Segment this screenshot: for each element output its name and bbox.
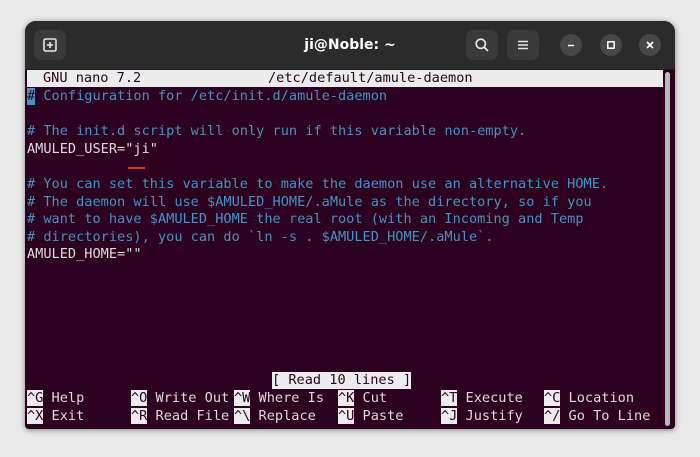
shortcut-label: Where Is: [250, 390, 325, 406]
shortcut-key: ^G: [27, 390, 44, 406]
minimize-button[interactable]: [560, 34, 582, 56]
shortcut-key: ^C: [544, 390, 561, 406]
shortcut-key: ^R: [131, 408, 148, 424]
shortcut-paste: ^U Paste: [338, 408, 403, 425]
scrollbar-thumb[interactable]: [665, 72, 670, 426]
shortcut-key: ^/: [544, 408, 561, 424]
config-comment-line: # The init.d script will only run if thi…: [27, 123, 527, 140]
shortcut-go-to-line: ^/ Go To Line: [544, 408, 650, 425]
shortcut-read-file: ^R Read File: [131, 408, 229, 425]
shortcut-replace: ^\ Replace: [234, 408, 316, 425]
text-cursor: #: [27, 88, 36, 105]
shortcut-label: Location: [560, 390, 635, 406]
shortcut-key: ^K: [338, 390, 355, 406]
spellcheck-underline: [128, 167, 145, 169]
shortcut-write-out: ^O Write Out: [131, 390, 229, 407]
close-button[interactable]: [639, 34, 661, 56]
shortcut-label: Cut: [354, 390, 388, 406]
shortcut-key: ^T: [441, 390, 458, 406]
shortcut-label: Go To Line: [560, 408, 651, 424]
status-message: [ Read 10 lines ]: [272, 372, 412, 389]
terminal-area[interactable]: GNU nano 7.2/etc/default/amule-daemon # …: [25, 70, 675, 429]
shortcut-key: ^U: [338, 408, 355, 424]
shortcut-label: Replace: [250, 408, 316, 424]
new-tab-icon: [43, 38, 57, 52]
hamburger-menu-icon: [518, 40, 528, 50]
config-code-line: AMULED_HOME="": [27, 246, 142, 263]
title-bar: ji@Noble: ~: [25, 21, 675, 70]
terminal-window: ji@Noble: ~ GNU nano 7.2 /etc/default/am…: [25, 21, 675, 429]
shortcut-help: ^G Help: [27, 390, 84, 407]
shortcut-label: Justify: [457, 408, 523, 424]
nano-version: GNU nano 7.2: [43, 70, 142, 86]
shortcut-label: Paste: [354, 408, 404, 424]
config-comment-line: # want to have $AMULED_HOME the real roo…: [27, 211, 584, 228]
search-icon: [475, 38, 489, 52]
shortcut-execute: ^T Execute: [441, 390, 523, 407]
shortcut-label: Execute: [457, 390, 523, 406]
config-comment-line: # Configuration for /etc/init.d/amule-da…: [27, 88, 388, 105]
shortcut-label: Read File: [147, 408, 230, 424]
shortcut-where-is: ^W Where Is: [234, 390, 324, 407]
minimize-icon: [568, 44, 574, 47]
shortcut-key: ^\: [234, 408, 251, 424]
shortcut-key: ^W: [234, 390, 251, 406]
shortcut-key: ^X: [27, 408, 44, 424]
shortcut-exit: ^X Exit: [27, 408, 84, 425]
menu-button[interactable]: [507, 30, 539, 60]
config-code-line: AMULED_USER="ji": [27, 140, 158, 157]
maximize-icon: [607, 41, 615, 49]
shortcut-justify: ^J Justify: [441, 408, 523, 425]
config-comment-line: # You can set this variable to make the …: [27, 176, 609, 192]
search-button[interactable]: [466, 30, 498, 60]
new-tab-button[interactable]: [34, 30, 66, 60]
shortcut-label: Help: [43, 390, 85, 406]
nano-filename: /etc/default/amule-daemon: [268, 70, 473, 86]
scrollbar[interactable]: [663, 70, 672, 429]
shortcut-key: ^O: [131, 390, 148, 406]
shortcut-cut: ^K Cut: [338, 390, 387, 407]
shortcut-key: ^J: [441, 408, 458, 424]
config-comment-line: # The daemon will use $AMULED_HOME/.aMul…: [27, 193, 592, 210]
shortcut-label: Write Out: [147, 390, 230, 406]
config-comment-line: # directories), you can do `ln -s . $AMU…: [27, 228, 494, 245]
shortcut-label: Exit: [43, 408, 85, 424]
shortcut-location: ^C Location: [544, 390, 634, 407]
close-icon: [646, 41, 654, 49]
maximize-button[interactable]: [600, 34, 622, 56]
nano-header: GNU nano 7.2/etc/default/amule-daemon: [27, 70, 663, 87]
